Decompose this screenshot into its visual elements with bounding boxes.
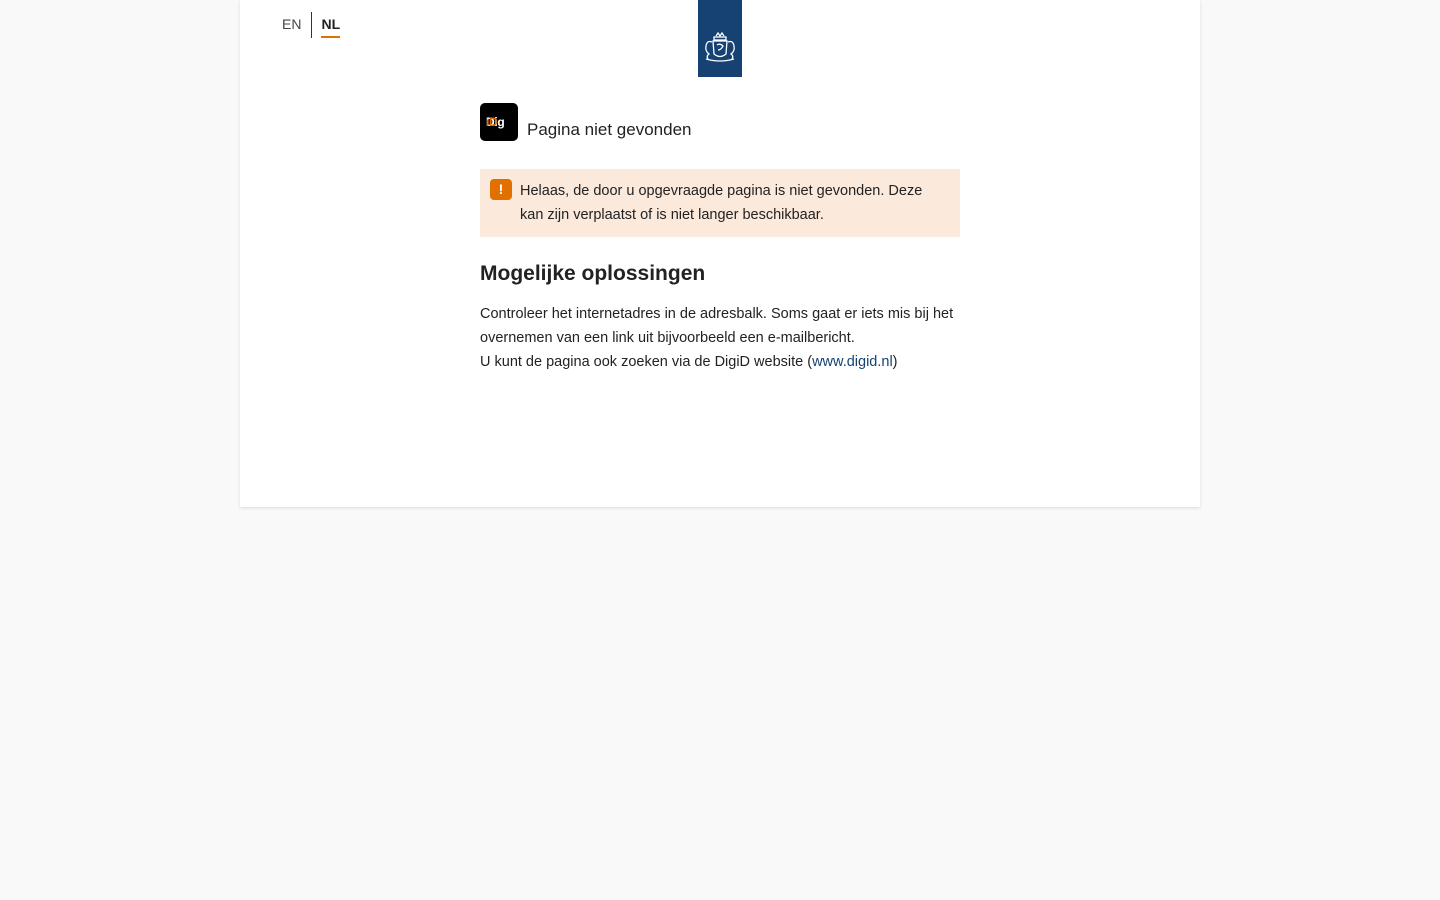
content-area: Dig iD Pagina niet gevonden ! Helaas, de … (480, 103, 960, 374)
title-row: Dig iD Pagina niet gevonden (480, 103, 960, 141)
alert-message: Helaas, de door u opgevraagde pagina is … (520, 183, 923, 223)
solutions-paragraph-2-suffix: ) (892, 354, 898, 370)
solutions-paragraph-1: Controleer het internetadres in de adres… (480, 306, 954, 346)
digid-logo: Dig iD (480, 103, 518, 141)
rijksoverheid-crest-icon (698, 0, 742, 77)
error-alert: ! Helaas, de door u opgevraagde pagina i… (480, 169, 960, 237)
solutions-heading: Mogelijke oplossingen (480, 262, 706, 285)
language-en-link[interactable]: EN (280, 12, 311, 38)
warning-icon: ! (490, 179, 512, 200)
solutions-paragraph-2-prefix: U kunt de pagina ook zoeken via de DigiD… (480, 354, 813, 370)
digid-logo-accent: iD (486, 115, 498, 129)
solutions-text: Controleer het internetadres in de adres… (480, 302, 960, 374)
page-title: Pagina niet gevonden (527, 120, 692, 139)
main-card: EN NL Dig iD Pagina niet gevonden ! Hela… (240, 0, 1200, 507)
language-nl-link[interactable]: NL (321, 12, 341, 38)
crest-emblem (705, 32, 735, 62)
language-switch: EN NL (280, 12, 341, 38)
language-divider (311, 12, 313, 38)
digid-website-link[interactable]: www.digid.nl (812, 354, 893, 370)
